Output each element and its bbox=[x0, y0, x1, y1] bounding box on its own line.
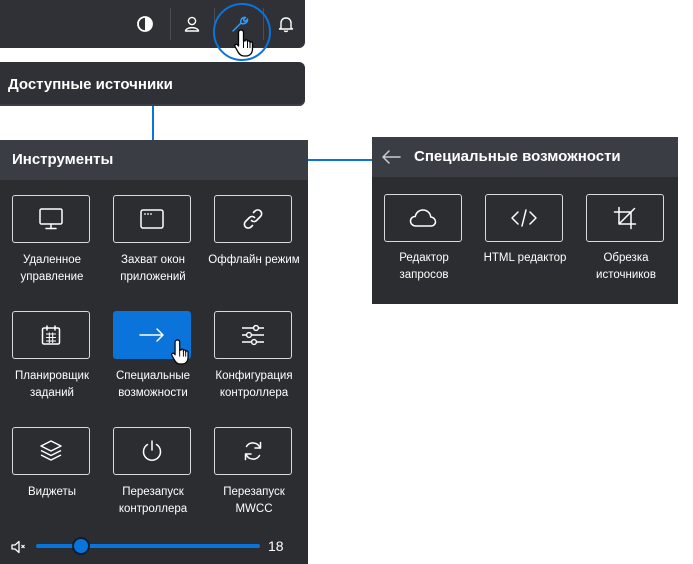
window-capture-label: Захват окон приложений bbox=[120, 254, 186, 283]
remote-control-button[interactable] bbox=[12, 195, 90, 243]
calendar-icon bbox=[41, 325, 61, 345]
offline-mode-button[interactable] bbox=[214, 195, 292, 243]
connector-line bbox=[308, 159, 372, 161]
tools-panel-header: Инструменты bbox=[0, 140, 308, 180]
volume-slider[interactable] bbox=[36, 544, 260, 548]
hand-cursor-icon bbox=[170, 337, 194, 367]
user-icon[interactable] bbox=[174, 6, 210, 42]
crop-icon bbox=[613, 206, 637, 230]
restart-controller-button[interactable] bbox=[113, 427, 191, 475]
tools-panel-title: Инструменты bbox=[12, 151, 114, 168]
volume-value: 18 bbox=[268, 538, 284, 554]
controller-config-label: Конфигурация контроллера bbox=[215, 370, 293, 399]
layers-icon bbox=[40, 440, 62, 461]
controller-config-button[interactable] bbox=[214, 311, 292, 359]
connector-line bbox=[152, 106, 154, 140]
volume-icon[interactable] bbox=[10, 539, 26, 555]
volume-slider-handle[interactable] bbox=[71, 537, 90, 555]
contrast-icon[interactable] bbox=[127, 6, 163, 42]
arrow-left-icon[interactable] bbox=[380, 149, 402, 165]
sliders-icon bbox=[242, 324, 264, 346]
widgets-label: Виджеты bbox=[27, 486, 77, 498]
html-editor-label: HTML редактор bbox=[483, 252, 567, 264]
monitor-icon bbox=[39, 208, 63, 230]
cloud-icon bbox=[409, 209, 437, 227]
hand-cursor-icon bbox=[233, 28, 259, 58]
query-editor-label: Редактор запросов bbox=[399, 252, 449, 281]
sources-title: Доступные источники bbox=[8, 76, 173, 93]
power-icon bbox=[142, 440, 162, 461]
sources-bar[interactable]: Доступные источники bbox=[0, 62, 305, 106]
toolbar-divider bbox=[170, 8, 171, 40]
restart-controller-label: Перезапуск контроллера bbox=[118, 486, 188, 515]
link-icon bbox=[243, 209, 263, 229]
bell-icon[interactable] bbox=[268, 6, 304, 42]
window-capture-button[interactable] bbox=[113, 195, 191, 243]
remote-control-label: Удаленное управление bbox=[20, 254, 84, 283]
window-icon bbox=[140, 209, 164, 229]
restart-mwcc-button[interactable] bbox=[214, 427, 292, 475]
refresh-icon bbox=[244, 441, 262, 461]
task-scheduler-label: Планировщик заданий bbox=[15, 370, 89, 399]
crop-sources-button[interactable] bbox=[586, 194, 664, 242]
html-editor-button[interactable] bbox=[485, 194, 563, 242]
arrow-right-icon bbox=[139, 328, 164, 342]
widgets-button[interactable] bbox=[12, 427, 90, 475]
offline-mode-label: Оффлайн режим bbox=[208, 254, 300, 266]
special-panel-header: Специальные возможности bbox=[372, 137, 678, 177]
restart-mwcc-label: Перезапуск MWCC bbox=[223, 486, 285, 515]
code-icon bbox=[511, 209, 537, 227]
task-scheduler-button[interactable] bbox=[12, 311, 90, 359]
special-panel-title: Специальные возможности bbox=[414, 148, 621, 165]
query-editor-button[interactable] bbox=[384, 194, 462, 242]
accessibility-label: Специальные возможности bbox=[115, 370, 191, 399]
crop-sources-label: Обрезка источников bbox=[596, 252, 656, 281]
